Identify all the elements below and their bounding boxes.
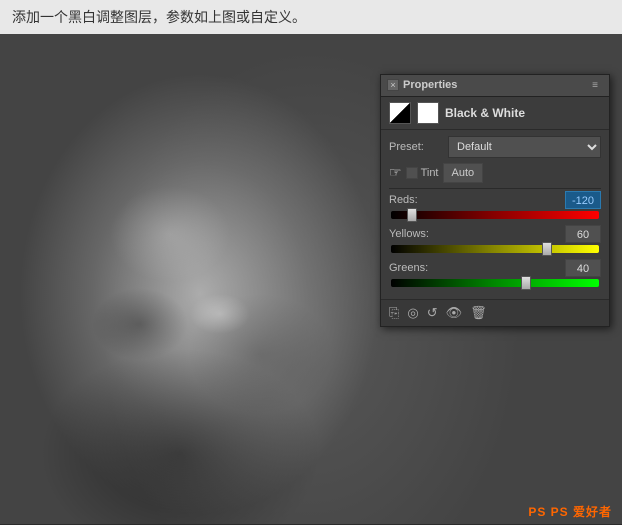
clip-icon[interactable]: ⎘ — [389, 305, 399, 321]
top-bar: 添加一个黑白调整图层，参数如上图或自定义。 — [0, 0, 622, 34]
tint-auto-row: ☞ Tint Auto — [389, 163, 601, 183]
preset-select[interactable]: Default — [448, 136, 601, 158]
panel-header: Black & White — [381, 97, 609, 130]
close-icon: × — [390, 80, 395, 90]
reds-slider-group: Reds: -120 — [389, 191, 601, 219]
close-button[interactable]: × — [387, 79, 399, 91]
menu-icon: ≡ — [592, 80, 598, 91]
layer-thumbnail — [389, 102, 411, 124]
panel-titlebar: × Properties ≡ — [381, 75, 609, 97]
visibility-icon[interactable]: 👁 — [446, 305, 463, 321]
yellows-label: Yellows: — [389, 228, 429, 240]
yellows-track[interactable] — [391, 245, 599, 253]
adjustment-label: Black & White — [445, 106, 525, 120]
auto-button[interactable]: Auto — [443, 163, 484, 183]
eye-icon[interactable]: ◎ — [407, 305, 418, 321]
yellows-thumb[interactable] — [542, 242, 552, 256]
reds-track[interactable] — [391, 211, 599, 219]
preset-label: Preset: — [389, 141, 444, 153]
panel-title: Properties — [403, 79, 457, 91]
panel-menu-button[interactable]: ≡ — [587, 77, 603, 93]
watermark-ps: PS — [528, 505, 550, 519]
footer-icons: ⎘ ◎ ↺ 👁 🗑 — [389, 305, 487, 321]
tint-checkbox[interactable] — [406, 167, 418, 179]
mask-thumbnail — [417, 102, 439, 124]
preset-row: Preset: Default — [389, 136, 601, 158]
watermark-text: PS 爱好者 — [551, 505, 612, 519]
properties-panel: × Properties ≡ Black & White Preset: Def… — [380, 74, 610, 327]
delete-icon[interactable]: 🗑 — [470, 305, 487, 321]
panel-body: Preset: Default ☞ Tint Auto Reds: -1 — [381, 130, 609, 299]
greens-track[interactable] — [391, 279, 599, 287]
yellows-value[interactable]: 60 — [565, 225, 601, 243]
greens-thumb[interactable] — [521, 276, 531, 290]
instruction-text: 添加一个黑白调整图层，参数如上图或自定义。 — [12, 9, 306, 25]
hand-icon: ☞ — [389, 164, 402, 181]
tint-area: Tint — [406, 167, 439, 179]
reset-icon[interactable]: ↺ — [427, 305, 438, 321]
reds-label: Reds: — [389, 194, 418, 206]
yellows-slider-group: Yellows: 60 — [389, 225, 601, 253]
greens-value[interactable]: 40 — [565, 259, 601, 277]
panel-footer: ⎘ ◎ ↺ 👁 🗑 — [381, 299, 609, 326]
watermark-area: PS PS 爱好者 — [528, 503, 612, 520]
greens-label: Greens: — [389, 262, 428, 274]
main-area: × Properties ≡ Black & White Preset: Def… — [0, 34, 622, 524]
reds-thumb[interactable] — [407, 208, 417, 222]
tint-label: Tint — [421, 167, 439, 179]
reds-value[interactable]: -120 — [565, 191, 601, 209]
greens-slider-group: Greens: 40 — [389, 259, 601, 287]
